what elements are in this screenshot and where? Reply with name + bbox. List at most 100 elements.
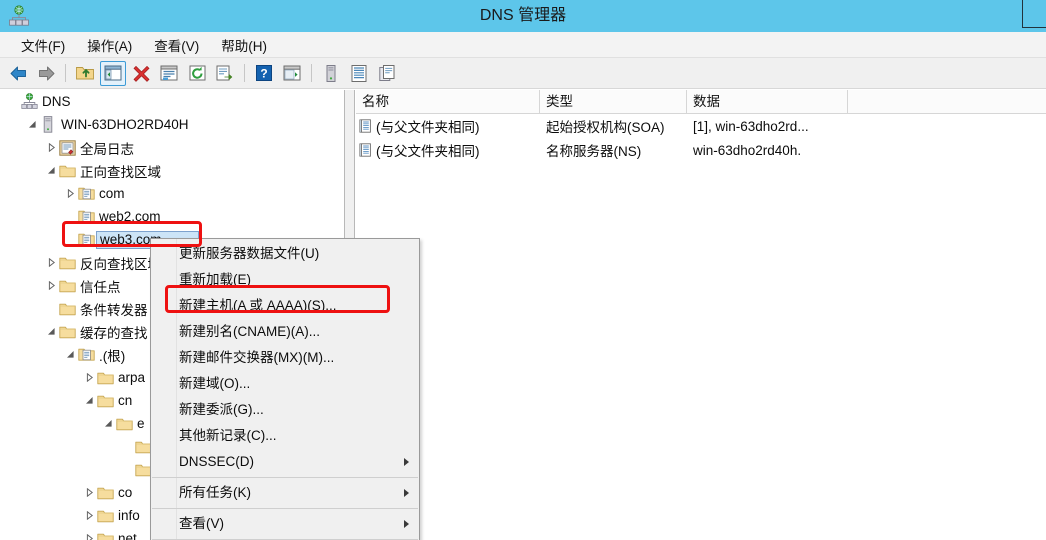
folder-icon (58, 254, 76, 272)
ctx-all-tasks[interactable]: 所有任务(K) (151, 480, 419, 506)
submenu-arrow-icon (404, 458, 409, 466)
twisty-collapsed-icon[interactable] (44, 136, 58, 159)
ctx-update-server-data-file[interactable]: 更新服务器数据文件(U) (151, 241, 419, 267)
list-icon[interactable] (346, 61, 372, 86)
ctx-view[interactable]: 查看(V) (151, 511, 419, 537)
context-menu-item-label: DNSSEC(D) (179, 454, 255, 469)
tree-node-DNS[interactable]: DNS (0, 90, 344, 113)
show-console-icon[interactable] (279, 61, 305, 86)
context-menu-item-label: 更新服务器数据文件(U) (179, 246, 320, 261)
window-corner-control[interactable] (1022, 0, 1046, 28)
ctx-other-new-records[interactable]: 其他新记录(C)... (151, 423, 419, 449)
list-header: 名称 类型 数据 (356, 90, 1046, 114)
twisty-none-icon (63, 228, 77, 251)
show-hide-tree-icon[interactable] (100, 60, 126, 86)
twisty-collapsed-icon[interactable] (63, 182, 77, 205)
submenu-arrow-icon (404, 489, 409, 497)
context-menu-item-label: 其他新记录(C)... (179, 428, 277, 443)
dns-root-icon (20, 93, 38, 111)
tree-node-WIN-63DHO2RD40H[interactable]: WIN-63DHO2RD40H (0, 113, 344, 136)
twisty-expanded-icon[interactable] (82, 389, 96, 412)
copy-icon[interactable] (374, 61, 400, 86)
ctx-dnssec[interactable]: DNSSEC(D) (151, 449, 419, 475)
log-icon (58, 139, 76, 157)
record-type-cell: 起始授权机构(SOA) (546, 120, 665, 135)
menu-bar: 文件(F) 操作(A) 查看(V) 帮助(H) (0, 32, 1046, 58)
tree-node-label: 缓存的查找 (80, 325, 148, 341)
title-bar: DNS 管理器 (0, 0, 1046, 32)
menu-view[interactable]: 查看(V) (143, 32, 210, 58)
export-list-icon[interactable] (212, 61, 238, 86)
table-row[interactable]: (与父文件夹相同) 名称服务器(NS) win-63dho2rd40h. (356, 138, 1046, 162)
folder-icon (58, 277, 76, 295)
toolbar-separator (311, 64, 312, 82)
tree-node-label: com (99, 186, 125, 201)
record-data-cell: win-63dho2rd40h. (693, 142, 802, 158)
table-row[interactable]: (与父文件夹相同) 起始授权机构(SOA) [1], win-63dho2rd... (356, 114, 1046, 138)
server-icon[interactable] (318, 61, 344, 86)
twisty-collapsed-icon[interactable] (82, 527, 96, 540)
twisty-none-icon (63, 205, 77, 228)
ctx-new-delegation[interactable]: 新建委派(G)... (151, 397, 419, 423)
ctx-new-host[interactable]: 新建主机(A 或 AAAA)(S)... (151, 293, 419, 319)
twisty-expanded-icon[interactable] (101, 412, 115, 435)
forward-icon[interactable] (33, 61, 59, 86)
twisty-none-icon (120, 458, 134, 481)
menu-file[interactable]: 文件(F) (10, 32, 76, 58)
context-menu-item-label: 新建邮件交换器(MX)(M)... (179, 350, 335, 365)
twisty-collapsed-icon[interactable] (82, 366, 96, 389)
ctx-new-mx[interactable]: 新建邮件交换器(MX)(M)... (151, 345, 419, 371)
context-menu-item-label: 新建委派(G)... (179, 402, 264, 417)
twisty-expanded-icon[interactable] (25, 113, 39, 136)
twisty-none-icon (120, 435, 134, 458)
record-name-cell: (与父文件夹相同) (356, 116, 540, 136)
column-header-blank[interactable] (848, 90, 1046, 113)
tree-node-label: 正向查找区域 (80, 164, 161, 180)
ctx-new-domain[interactable]: 新建域(O)... (151, 371, 419, 397)
tree-node-正向查找区域[interactable]: 正向查找区域 (0, 159, 344, 182)
context-menu-item-label: 新建主机(A 或 AAAA)(S)... (179, 298, 337, 313)
ctx-new-alias[interactable]: 新建别名(CNAME)(A)... (151, 319, 419, 345)
back-icon[interactable] (5, 61, 31, 86)
tree-node-label: 全局日志 (80, 141, 134, 157)
twisty-expanded-icon[interactable] (63, 343, 77, 366)
zone-icon (77, 346, 95, 364)
records-list-body: (与父文件夹相同) 起始授权机构(SOA) [1], win-63dho2rd...… (356, 114, 1046, 162)
menu-action[interactable]: 操作(A) (76, 32, 143, 58)
ctx-reload[interactable]: 重新加载(E) (151, 267, 419, 293)
twisty-collapsed-icon[interactable] (82, 481, 96, 504)
twisty-collapsed-icon[interactable] (44, 274, 58, 297)
submenu-arrow-icon (404, 520, 409, 528)
tree-node-label: WIN-63DHO2RD40H (61, 117, 189, 132)
tree-node-web2.com[interactable]: web2.com (0, 205, 344, 228)
twisty-expanded-icon[interactable] (44, 320, 58, 343)
context-menu: 更新服务器数据文件(U) 重新加载(E) 新建主机(A 或 AAAA)(S)... 新… (150, 238, 420, 540)
folder-icon (96, 392, 114, 410)
context-menu-item-label: 所有任务(K) (179, 485, 251, 500)
properties-icon[interactable] (156, 61, 182, 86)
help-icon[interactable]: ? (251, 61, 277, 86)
twisty-expanded-icon[interactable] (44, 159, 58, 182)
up-folder-icon[interactable] (72, 61, 98, 86)
records-list-panel: 名称 类型 数据 (与父文件夹相同) 起始授权机构(SOA) [1], win-63… (356, 90, 1046, 540)
refresh-icon[interactable] (184, 61, 210, 86)
menu-help[interactable]: 帮助(H) (210, 32, 278, 58)
column-header-data[interactable]: 数据 (687, 90, 848, 113)
folder-icon (58, 162, 76, 180)
folder-icon (58, 323, 76, 341)
tree-node-label: e (137, 416, 145, 431)
delete-icon[interactable] (128, 61, 154, 86)
folder-icon (96, 369, 114, 387)
column-header-name[interactable]: 名称 (356, 90, 540, 113)
tree-node-全局日志[interactable]: 全局日志 (0, 136, 344, 159)
context-menu-item-label: 重新加载(E) (179, 272, 251, 287)
twisty-collapsed-icon[interactable] (82, 504, 96, 527)
toolbar-separator (65, 64, 66, 82)
tree-node-label: cn (118, 393, 133, 408)
twisty-collapsed-icon[interactable] (44, 251, 58, 274)
toolbar: ? (0, 58, 1046, 89)
tree-node-label: .(根) (99, 348, 126, 364)
column-header-type[interactable]: 类型 (540, 90, 687, 113)
tree-node-label: info (118, 508, 140, 523)
tree-node-com[interactable]: com (0, 182, 344, 205)
